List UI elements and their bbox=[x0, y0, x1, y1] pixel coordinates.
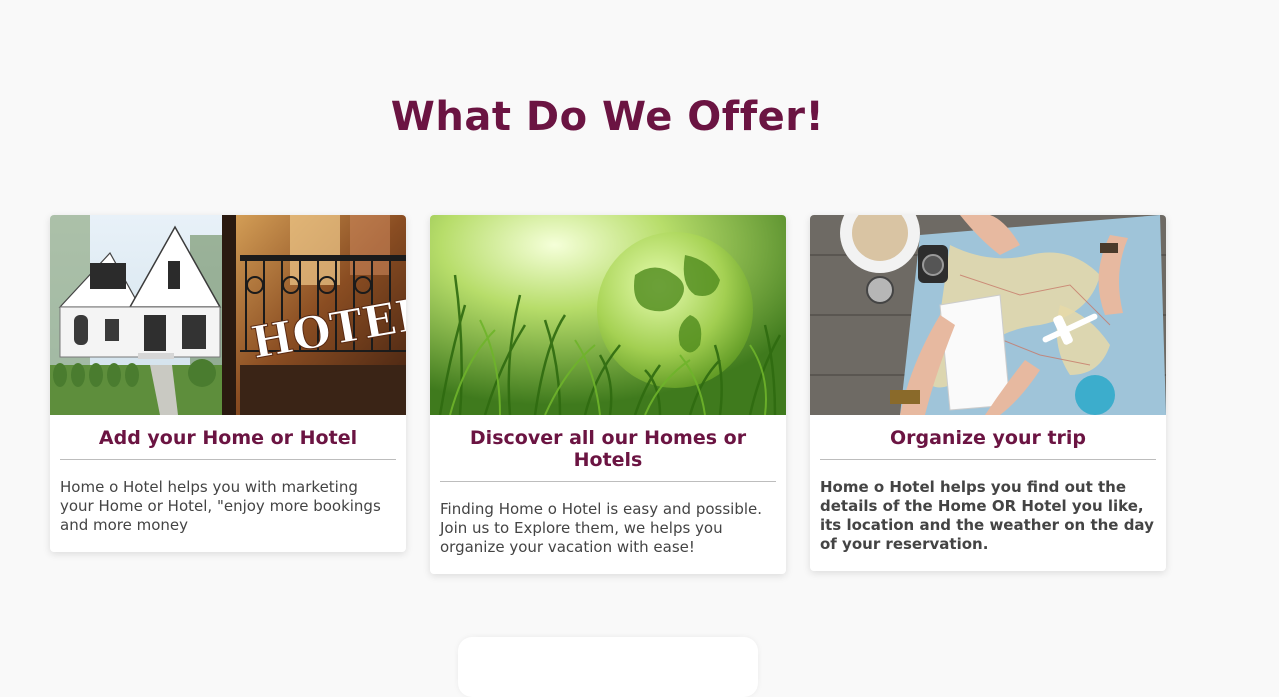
card-description: Home o Hotel helps you with marketing yo… bbox=[60, 478, 381, 534]
card-title: Discover all our Homes or Hotels bbox=[469, 427, 747, 471]
card-title: Organize your trip bbox=[889, 427, 1087, 449]
bottom-panel bbox=[458, 637, 758, 697]
offer-card-organize: Organize your trip Home o Hotel helps yo… bbox=[810, 215, 1166, 571]
trip-planning-image bbox=[810, 215, 1166, 415]
home-hotel-image: HOTEL bbox=[50, 215, 406, 415]
card-title: Add your Home or Hotel bbox=[98, 427, 358, 449]
offer-card-discover: Discover all our Homes or Hotels Finding… bbox=[430, 215, 786, 574]
globe-grass-image bbox=[430, 215, 786, 415]
offer-cards: HOTEL Add your Home or Hotel Home o Hote… bbox=[50, 215, 1166, 574]
offer-card-add-home: HOTEL Add your Home or Hotel Home o Hote… bbox=[50, 215, 406, 552]
section-title: What Do We Offer! bbox=[390, 94, 825, 140]
card-description: Home o Hotel helps you find out the deta… bbox=[820, 478, 1154, 553]
card-description: Finding Home o Hotel is easy and possibl… bbox=[440, 500, 763, 556]
